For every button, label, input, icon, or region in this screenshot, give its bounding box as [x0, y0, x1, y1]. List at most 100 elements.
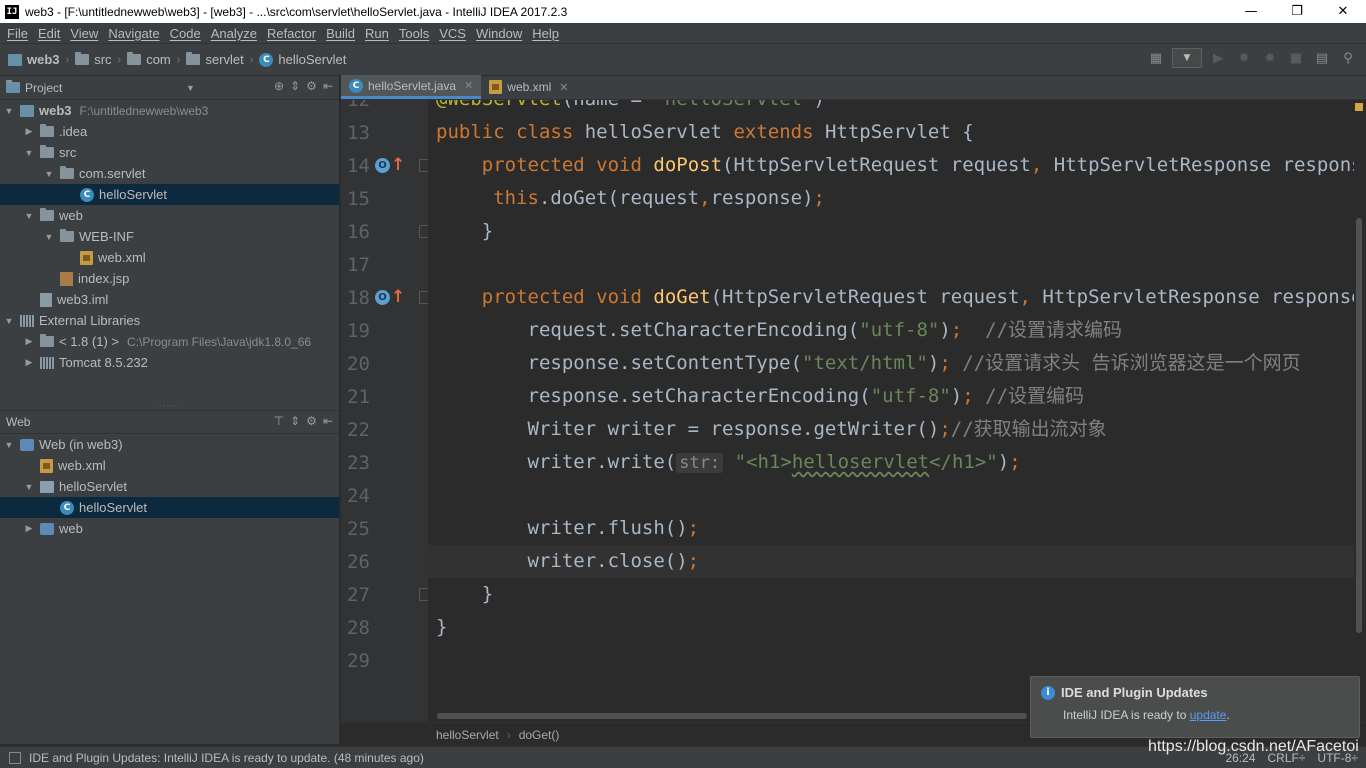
tree-item[interactable]: web.xml [0, 455, 339, 476]
menu-item-build[interactable]: Build [321, 26, 360, 41]
tree-item[interactable]: ▼ External Libraries [0, 310, 339, 331]
gear-icon[interactable]: ⚙ [306, 79, 317, 93]
tree-item[interactable]: ▼ web [0, 205, 339, 226]
breadcrumb-item-web3[interactable]: web3 › [8, 52, 75, 67]
tree-item[interactable]: ▼ WEB-INF [0, 226, 339, 247]
tree-item[interactable]: ▼ web3 F:\untitlednewweb\web3 [0, 100, 339, 121]
line-number: 22 [347, 419, 370, 441]
tree-item[interactable]: ▶ Tomcat 8.5.232 [0, 352, 339, 373]
search-icon[interactable]: ⚲ [1338, 48, 1358, 68]
tree-item[interactable]: ▼ Web (in web3) [0, 434, 339, 455]
chevron-down-icon[interactable]: ▼ [2, 106, 16, 116]
chevron-right-icon[interactable]: ▶ [22, 523, 36, 534]
tree-item[interactable]: ▼ com.servlet [0, 163, 339, 184]
code-line: public class helloServlet extends HttpSe… [436, 121, 974, 143]
menu-item-window[interactable]: Window [471, 26, 527, 41]
close-icon[interactable]: ✕ [464, 79, 473, 92]
breadcrumb-item-com[interactable]: com › [127, 52, 186, 67]
menu-item-view[interactable]: View [65, 26, 103, 41]
tree-item[interactable]: ▶ web [0, 518, 339, 539]
chevron-right-icon[interactable]: ▶ [22, 336, 36, 347]
tab-helloservlet-java[interactable]: ChelloServlet.java ✕ [341, 75, 482, 99]
override-icon[interactable]: O [375, 158, 390, 173]
chevron-down-icon[interactable]: ▼ [22, 148, 36, 158]
breadcrumb-item-helloservlet[interactable]: ChelloServlet [259, 52, 346, 67]
project-panel-title[interactable]: Project [25, 81, 62, 95]
library-icon [20, 314, 34, 327]
locate-icon[interactable]: ⊕ [274, 79, 284, 93]
vertical-scrollbar[interactable] [1356, 218, 1362, 633]
code-editor[interactable]: @WebServlet(name = "helloServlet") public… [428, 100, 1354, 710]
hide-icon[interactable]: ⇤ [323, 414, 333, 428]
run-config-dropdown[interactable]: ▼ [1172, 48, 1202, 68]
debug-icon[interactable]: ✹ [1234, 48, 1254, 68]
breadcrumb-item-src[interactable]: src › [75, 52, 127, 67]
tree-item[interactable]: ▼ src [0, 142, 339, 163]
restore-button[interactable]: ❐ [1274, 0, 1320, 23]
arrow-up-icon[interactable]: ↑ [391, 287, 405, 307]
project-structure-icon[interactable]: ▤ [1312, 48, 1332, 68]
code-breadcrumb-class[interactable]: helloServlet [436, 728, 499, 742]
web-icon [20, 438, 34, 451]
chevron-down-icon[interactable]: ▼ [2, 316, 16, 326]
line-number: 26 [347, 551, 370, 573]
update-notification[interactable]: i IDE and Plugin Updates IntelliJ IDEA is… [1030, 676, 1360, 738]
chevron-down-icon[interactable]: ▼ [42, 169, 56, 179]
update-link[interactable]: update [1190, 708, 1227, 722]
fold-marker-icon[interactable] [419, 588, 428, 601]
hide-icon[interactable]: ⇤ [323, 79, 333, 93]
minimize-button[interactable]: — [1228, 0, 1274, 23]
collapse-icon[interactable]: ⇕ [290, 414, 300, 428]
tree-item[interactable]: ChelloServlet [0, 497, 339, 518]
menu-item-refactor[interactable]: Refactor [262, 26, 321, 41]
collapse-icon[interactable]: ⇕ [290, 79, 300, 93]
menu-item-tools[interactable]: Tools [394, 26, 434, 41]
close-icon[interactable]: ✕ [559, 81, 568, 94]
override-icon[interactable]: O [375, 290, 390, 305]
tree-item[interactable]: ▶ .idea [0, 121, 339, 142]
menu-item-analyze[interactable]: Analyze [206, 26, 262, 41]
close-button[interactable]: ✕ [1320, 0, 1366, 23]
toolwindow-toggle-icon[interactable] [9, 751, 21, 764]
menu-item-file[interactable]: File [2, 26, 33, 41]
chevron-right-icon[interactable]: ▶ [22, 126, 36, 137]
tree-item[interactable]: web.xml [0, 247, 339, 268]
gutter-line: 28 [341, 611, 428, 644]
chevron-down-icon[interactable]: ▼ [42, 232, 56, 242]
expand-icon[interactable]: ⊤ [274, 414, 284, 428]
menu-item-help[interactable]: Help [527, 26, 564, 41]
splitter-handle[interactable]: ······ [0, 402, 339, 411]
menu-item-navigate[interactable]: Navigate [103, 26, 164, 41]
menu-item-vcs[interactable]: VCS [434, 26, 471, 41]
menu-item-edit[interactable]: Edit [33, 26, 65, 41]
fold-marker-icon[interactable] [419, 159, 428, 172]
tree-item[interactable]: ChelloServlet [0, 184, 339, 205]
stop-icon[interactable]: ■ [1286, 48, 1306, 68]
breadcrumb-item-servlet[interactable]: servlet › [186, 52, 259, 67]
code-breadcrumb-method[interactable]: doGet() [519, 728, 560, 742]
chevron-down-icon[interactable]: ▼ [22, 211, 36, 221]
status-message[interactable]: IDE and Plugin Updates: IntelliJ IDEA is… [29, 751, 424, 765]
coverage-icon[interactable]: ✸ [1260, 48, 1280, 68]
fold-marker-icon[interactable] [419, 225, 428, 238]
chevron-right-icon[interactable]: ▶ [22, 357, 36, 368]
arrow-up-icon[interactable]: ↑ [391, 155, 405, 175]
chevron-down-icon[interactable]: ▼ [186, 83, 195, 93]
line-number: 19 [347, 320, 370, 342]
menu-item-run[interactable]: Run [360, 26, 394, 41]
fold-marker-icon[interactable] [419, 291, 428, 304]
line-number: 28 [347, 617, 370, 639]
tree-item[interactable]: ▶ < 1.8 (1) > C:\Program Files\Java\jdk1.8… [0, 331, 339, 352]
chevron-down-icon[interactable]: ▼ [2, 440, 16, 450]
horizontal-scrollbar[interactable] [437, 713, 1027, 719]
tab-web-xml[interactable]: web.xml ✕ [481, 75, 576, 99]
tree-item[interactable]: web3.iml [0, 289, 339, 310]
tree-item[interactable]: ▼ helloServlet [0, 476, 339, 497]
chevron-down-icon[interactable]: ▼ [22, 482, 36, 492]
warning-marker-icon[interactable] [1355, 103, 1363, 111]
menu-item-code[interactable]: Code [165, 26, 206, 41]
build-icon[interactable]: ▦ [1146, 48, 1166, 68]
run-icon[interactable]: ▶ [1208, 48, 1228, 68]
tree-item[interactable]: index.jsp [0, 268, 339, 289]
gear-icon[interactable]: ⚙ [306, 414, 317, 428]
